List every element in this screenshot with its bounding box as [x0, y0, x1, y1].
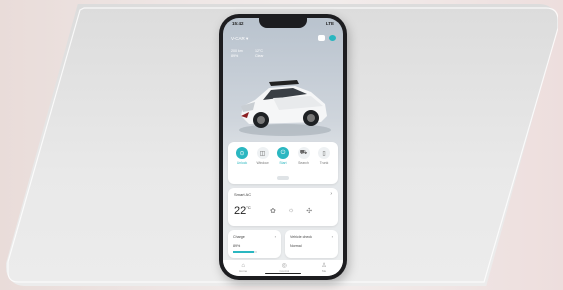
battery-label: Charge: [233, 235, 245, 239]
chevron-right-icon: ›: [331, 234, 333, 239]
home-indicator: [265, 272, 301, 274]
climate-label: Smart AC: [234, 192, 252, 197]
nav-me[interactable]: ♙ Me: [321, 263, 326, 273]
message-icon[interactable]: [318, 35, 325, 41]
weather-info: 12°C Clear: [255, 49, 264, 58]
sun-icon[interactable]: ☼: [288, 207, 294, 215]
chevron-right-icon: ›: [330, 191, 332, 197]
nav-label: Me: [322, 269, 327, 273]
chevron-right-icon: ›: [274, 234, 276, 239]
header-icons: [318, 35, 336, 41]
vehicle-check-value: Normal: [290, 244, 302, 248]
control-power[interactable]: ⏻ Start: [273, 147, 293, 165]
window-icon: ◫: [256, 147, 269, 159]
phone: 15:42 LTE V-CAR ▾ 200 km 89% 12°C Clear: [219, 14, 347, 280]
power-icon: ⏻: [277, 147, 289, 159]
defrost-icon[interactable]: ✣: [306, 207, 312, 215]
control-label: Search: [298, 161, 309, 165]
status-icons: LTE: [325, 21, 334, 26]
status-time: 15:42: [232, 21, 244, 26]
vehicle-check-label: Vehicle check: [290, 235, 312, 239]
control-label: Window: [256, 161, 269, 165]
vehicle-selector[interactable]: V-CAR ▾: [231, 36, 248, 42]
control-label: Start: [279, 161, 287, 165]
battery-card[interactable]: Charge › 89%: [228, 230, 281, 258]
car-icon: ⛟: [297, 147, 310, 159]
battery-value: 89%: [233, 244, 241, 248]
quick-controls: ⊙ Unlock ◫ Window ⏻ Start ⛟ Search ▯ Trunk: [232, 147, 334, 165]
car-image: [239, 80, 331, 136]
climate-card[interactable]: Smart AC › 22°C ✿ ☼ ✣: [228, 188, 338, 226]
page-indicator: [277, 176, 289, 180]
battery-bar: [233, 251, 257, 253]
control-label: Trunk: [319, 161, 329, 165]
nav-home[interactable]: ⌂ Home: [239, 263, 247, 273]
quick-controls-card: ⊙ Unlock ◫ Window ⏻ Start ⛟ Search ▯ Trunk: [228, 142, 338, 184]
control-trunk[interactable]: ▯ Trunk: [314, 147, 334, 165]
control-label: Unlock: [236, 161, 248, 165]
temperature-value: 22°C: [234, 205, 251, 217]
fan-icon[interactable]: ✿: [270, 207, 276, 215]
trunk-icon: ▯: [318, 147, 330, 159]
notch: [259, 18, 307, 28]
nav-control[interactable]: ◎ Control: [279, 263, 289, 273]
control-car[interactable]: ⛟ Search: [294, 147, 314, 165]
vehicle-check-card[interactable]: Vehicle check › Normal: [285, 230, 338, 258]
nav-label: Home: [239, 269, 248, 273]
control-window[interactable]: ◫ Window: [253, 147, 273, 165]
app-screen: 15:42 LTE V-CAR ▾ 200 km 89% 12°C Clear: [223, 18, 343, 276]
lock-icon: ⊙: [236, 147, 248, 159]
add-icon[interactable]: [329, 35, 336, 41]
control-lock[interactable]: ⊙ Unlock: [232, 147, 252, 165]
range-info: 200 km 89%: [231, 49, 243, 58]
